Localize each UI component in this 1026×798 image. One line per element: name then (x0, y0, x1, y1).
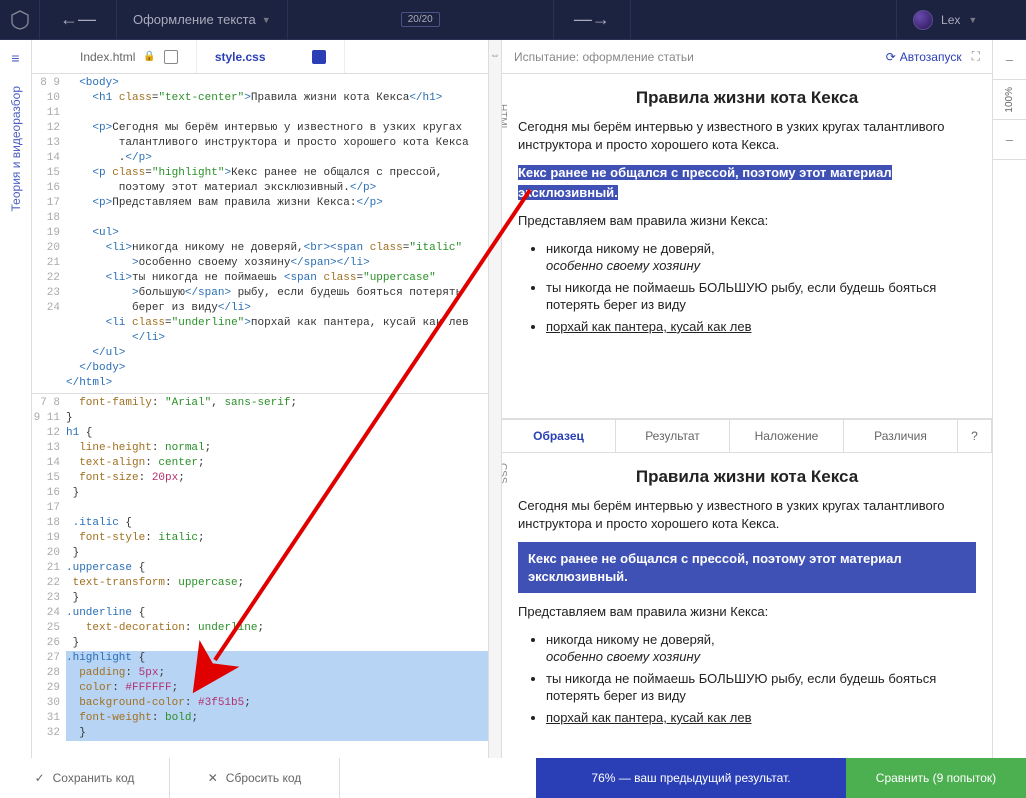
topbar: ←— Оформление текста ▼ 20/20 —→ Lex ▼ (0, 0, 1026, 40)
gutter: 7 8 9 11 12 13 14 15 16 17 18 19 20 21 2… (32, 394, 66, 758)
user-menu[interactable]: Lex ▼ (896, 0, 1026, 39)
html-code[interactable]: <body> <h1 class="text-center">Правила ж… (66, 74, 488, 393)
preview-header: Испытание: оформление статьи ⟳ Автозапус… (502, 40, 992, 74)
preview-body: Правила жизни кота Кекса Сегодня мы берё… (502, 453, 992, 744)
list-item: ты никогда не поймаешь большую рыбу, есл… (546, 670, 976, 705)
autorun-label: Автозапуск (900, 50, 962, 64)
preview-title: Испытание: оформление статьи (514, 50, 876, 64)
main-row: ≡ Теория и видеоразбор Index.html 🔒 styl… (0, 40, 1026, 758)
lesson-title[interactable]: Оформление текста ▼ (117, 0, 288, 39)
article-intro: Сегодня мы берём интервью у известного в… (518, 497, 976, 532)
preview-result: HTML Правила жизни кота Кекса Сегодня мы… (502, 74, 992, 419)
username: Lex (941, 13, 960, 27)
preview-sample: CSS Правила жизни кота Кекса Сегодня мы … (502, 453, 992, 758)
preview-column: Испытание: оформление статьи ⟳ Автозапус… (502, 40, 992, 758)
article-intro: Сегодня мы берём интервью у известного в… (518, 118, 976, 153)
save-button[interactable]: ✓ Сохранить код (0, 758, 170, 798)
theory-link[interactable]: Теория и видеоразбор (9, 86, 23, 211)
rules-list: никогда никому не доверяй,особенно своем… (546, 240, 976, 336)
tab-label: style.css (215, 50, 266, 64)
article-rules-intro: Представляем вам правила жизни Кекса: (518, 212, 976, 230)
check-icon: ✓ (35, 771, 45, 785)
compare-tabs: Образец Результат Наложение Различия ? (502, 419, 992, 453)
hamburger-icon[interactable]: ≡ (11, 50, 19, 66)
autorun-toggle[interactable]: ⟳ Автозапуск (886, 50, 962, 64)
bottom-bar: ✓ Сохранить код ✕ Сбросить код 76% — ваш… (0, 758, 1026, 798)
html-label: HTML (502, 104, 508, 131)
article-rules-intro: Представляем вам правила жизни Кекса: (518, 603, 976, 621)
lock-icon: 🔒 (143, 51, 155, 62)
tab-sample[interactable]: Образец (502, 420, 616, 452)
list-item: ты никогда не поймаешь большую рыбу, есл… (546, 279, 976, 314)
css-label: CSS (502, 463, 508, 484)
tab-diff[interactable]: Различия (844, 420, 958, 452)
chevron-down-icon: ▼ (262, 15, 271, 25)
tab-style-css[interactable]: style.css (197, 40, 345, 73)
css-editor[interactable]: 7 8 9 11 12 13 14 15 16 17 18 19 20 21 2… (32, 394, 488, 758)
tab-index-html[interactable]: Index.html 🔒 (62, 40, 197, 73)
lesson-title-text: Оформление текста (133, 12, 256, 27)
zoom-out-button[interactable]: – (993, 120, 1026, 160)
split-icon[interactable] (312, 50, 326, 64)
topbar-center: 20/20 (288, 12, 553, 27)
tab-label: Index.html (80, 50, 135, 64)
save-label: Сохранить код (53, 771, 135, 785)
list-item: никогда никому не доверяй,особенно своем… (546, 240, 976, 275)
rules-list: никогда никому не доверяй,особенно своем… (546, 631, 976, 727)
list-item: порхай как пантера, кусай как лев (546, 709, 976, 727)
nav-prev-button[interactable]: ←— (40, 0, 117, 39)
list-item: порхай как пантера, кусай как лев (546, 318, 976, 336)
article-title: Правила жизни кота Кекса (518, 467, 976, 487)
fullscreen-icon[interactable]: ⛶ (972, 49, 980, 64)
gutter: 8 9 10 11 12 13 14 15 16 17 18 19 20 21 … (32, 74, 66, 393)
tab-help[interactable]: ? (958, 420, 992, 452)
html-editor[interactable]: 8 9 10 11 12 13 14 15 16 17 18 19 20 21 … (32, 74, 488, 394)
file-tabs: Index.html 🔒 style.css (32, 40, 488, 74)
chevron-down-icon: ▼ (968, 15, 977, 25)
article-highlight: Кекс ранее не общался с прессой, поэтому… (518, 165, 892, 200)
article-title: Правила жизни кота Кекса (518, 88, 976, 108)
close-icon: ✕ (208, 771, 218, 785)
result-bar: 76% — ваш предыдущий результат. (536, 758, 846, 798)
preview-body: Правила жизни кота Кекса Сегодня мы берё… (502, 74, 992, 353)
tab-overlay[interactable]: Наложение (730, 420, 844, 452)
avatar (913, 10, 933, 30)
zoom-out-button[interactable]: – (993, 40, 1026, 80)
css-code[interactable]: font-family: "Arial", sans-serif; } h1 {… (66, 394, 488, 758)
nav-next-button[interactable]: —→ (553, 0, 631, 39)
reset-button[interactable]: ✕ Сбросить код (170, 758, 340, 798)
progress-counter: 20/20 (401, 12, 440, 27)
tab-result[interactable]: Результат (616, 420, 730, 452)
splitter[interactable]: ⇔ (488, 40, 502, 758)
refresh-icon: ⟳ (886, 50, 896, 64)
filler (340, 758, 536, 798)
reset-label: Сбросить код (226, 771, 301, 785)
right-rail: – 100% – (992, 40, 1026, 758)
compare-button[interactable]: Сравнить (9 попыток) (846, 758, 1026, 798)
list-item: никогда никому не доверяй,особенно своем… (546, 631, 976, 666)
editor-column: Index.html 🔒 style.css 8 9 10 11 12 13 1… (32, 40, 488, 758)
left-rail: ≡ Теория и видеоразбор (0, 40, 32, 758)
split-icon[interactable] (164, 50, 178, 64)
zoom-level: 100% (993, 80, 1026, 120)
logo-icon[interactable] (0, 0, 40, 40)
article-highlight: Кекс ранее не общался с прессой, поэтому… (518, 542, 976, 593)
